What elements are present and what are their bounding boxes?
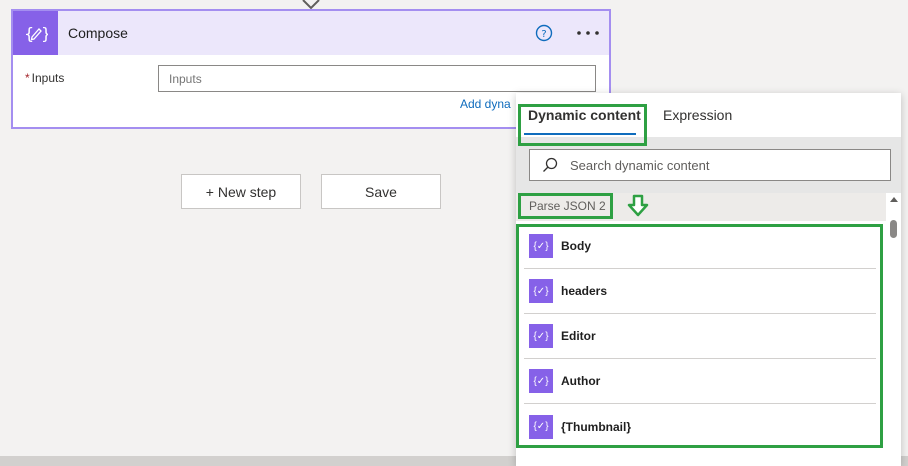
- search-input[interactable]: Search dynamic content: [529, 149, 891, 181]
- item-label: Body: [561, 239, 591, 253]
- inputs-field[interactable]: [158, 65, 596, 92]
- save-button[interactable]: Save: [321, 174, 441, 209]
- section-label: Parse JSON 2: [529, 199, 606, 213]
- panel-tabs: Dynamic content Expression: [516, 93, 901, 137]
- active-tab-indicator: [524, 133, 636, 135]
- more-options-icon[interactable]: [575, 24, 601, 42]
- svg-text:{: {: [24, 24, 34, 43]
- item-label: headers: [561, 284, 608, 298]
- tab-expression[interactable]: Expression: [663, 107, 732, 123]
- parse-json-icon: {✓}: [529, 279, 553, 303]
- dynamic-content-panel: Dynamic content Expression Search dynami…: [516, 93, 901, 466]
- item-label: Author: [561, 374, 601, 388]
- svg-text:}: }: [41, 24, 48, 43]
- list-item[interactable]: {✓} headers: [524, 269, 876, 314]
- new-step-button[interactable]: + New step: [181, 174, 301, 209]
- svg-text:?: ?: [541, 29, 546, 40]
- parse-json-icon: {✓}: [529, 234, 553, 258]
- add-dynamic-content-link[interactable]: Add dyna: [460, 97, 511, 111]
- search-placeholder: Search dynamic content: [570, 157, 710, 173]
- parse-json-icon: {✓}: [529, 369, 553, 393]
- search-icon: [543, 157, 558, 172]
- parse-json-icon: {✓}: [529, 324, 553, 348]
- item-label: Editor: [561, 329, 596, 343]
- help-icon[interactable]: ?: [535, 24, 553, 42]
- compose-header[interactable]: { } Compose ?: [13, 11, 609, 55]
- compose-icon: { }: [13, 11, 58, 55]
- list-item[interactable]: {✓} Body: [524, 224, 876, 269]
- scroll-up-icon[interactable]: [890, 197, 898, 202]
- list-item[interactable]: {✓} Author: [524, 359, 876, 404]
- list-item[interactable]: {✓} Editor: [524, 314, 876, 359]
- inputs-label: * Inputs: [25, 71, 64, 85]
- inputs-label-text: Inputs: [31, 71, 65, 85]
- panel-scrollbar[interactable]: [887, 193, 901, 466]
- scroll-thumb[interactable]: [890, 220, 897, 238]
- parse-json-icon: {✓}: [529, 414, 553, 439]
- required-marker: *: [25, 71, 30, 85]
- compose-title: Compose: [68, 25, 128, 41]
- item-label: {Thumbnail}: [561, 419, 632, 434]
- tab-dynamic-content[interactable]: Dynamic content: [528, 107, 641, 123]
- down-arrow-icon: [627, 194, 649, 217]
- section-header-parse-json-2[interactable]: Parse JSON 2: [516, 193, 886, 221]
- list-item[interactable]: {✓} {Thumbnail}: [524, 404, 876, 449]
- search-area: Search dynamic content: [516, 137, 901, 193]
- dynamic-content-list: {✓} Body {✓} headers {✓} Editor {✓} Auth…: [524, 224, 876, 449]
